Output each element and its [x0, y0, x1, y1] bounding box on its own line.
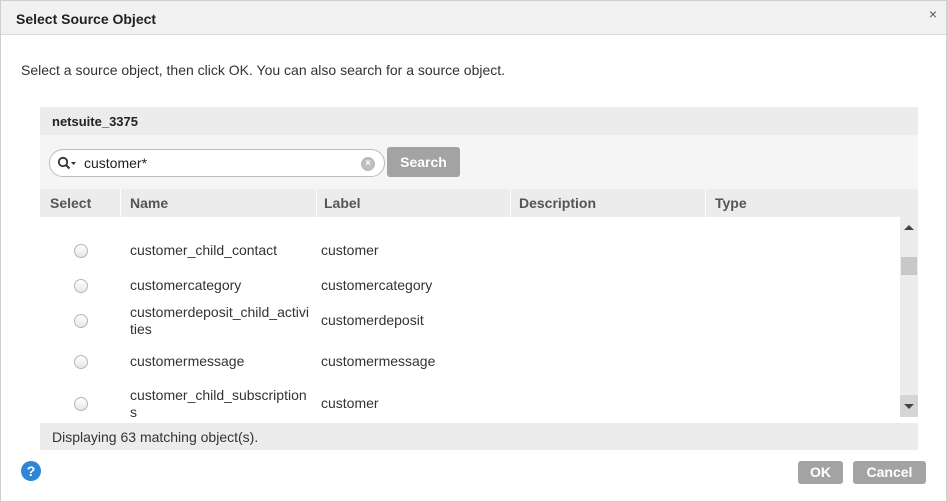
row-name: customerdeposit_child_activities [130, 304, 309, 337]
connection-name: netsuite_3375 [52, 114, 138, 129]
row-label: customercategory [321, 277, 433, 293]
row-name: customer_child_contact [130, 242, 278, 258]
select-radio[interactable] [74, 397, 88, 411]
dialog-titlebar: Select Source Object × [1, 1, 946, 35]
scroll-up-arrow-icon[interactable] [904, 225, 914, 230]
search-dropdown-icon[interactable] [57, 156, 77, 172]
scroll-down-arrow-icon[interactable] [904, 404, 914, 409]
row-label: customer [321, 395, 379, 411]
select-radio[interactable] [74, 244, 88, 258]
column-description[interactable]: Description [519, 189, 596, 217]
select-radio[interactable] [74, 314, 88, 328]
select-radio[interactable] [74, 355, 88, 369]
row-name: customercategory [130, 277, 242, 293]
vertical-scrollbar[interactable] [900, 217, 918, 417]
ok-button[interactable]: OK [798, 461, 843, 484]
column-divider[interactable] [316, 189, 317, 217]
column-divider[interactable] [120, 189, 121, 217]
column-type[interactable]: Type [715, 189, 747, 217]
results-table-body: customer_child_contact customer customer… [40, 217, 900, 423]
row-name: customer_child_subscriptions [130, 387, 307, 420]
clear-icon[interactable]: × [361, 157, 375, 171]
column-select: Select [50, 195, 92, 211]
close-icon[interactable]: × [929, 7, 937, 21]
search-input[interactable] [84, 153, 354, 173]
search-row: × Search [40, 135, 918, 193]
connection-header: netsuite_3375 [40, 107, 918, 135]
table-header: Select Name Label Description Type [40, 189, 918, 217]
dialog-title: Select Source Object [16, 11, 157, 27]
search-box[interactable]: × [49, 149, 385, 177]
select-radio[interactable] [74, 279, 88, 293]
dialog-instructions: Select a source object, then click OK. Y… [21, 62, 506, 78]
status-bar: Displaying 63 matching object(s). [40, 423, 918, 450]
column-label[interactable]: Label [324, 189, 361, 217]
column-name[interactable]: Name [130, 189, 168, 217]
column-divider[interactable] [705, 189, 706, 217]
row-label: customer [321, 242, 379, 258]
scroll-down-button[interactable] [900, 395, 918, 417]
help-icon[interactable]: ? [21, 461, 41, 481]
row-label: customerdeposit [321, 312, 424, 328]
scroll-thumb[interactable] [901, 257, 917, 275]
select-source-object-dialog: Select Source Object × Select a source o… [0, 0, 947, 502]
object-selection-panel: netsuite_3375 × Search Select Name Label… [40, 107, 918, 450]
row-name: customermessage [130, 353, 245, 369]
search-button[interactable]: Search [387, 147, 460, 177]
column-divider[interactable] [510, 189, 511, 217]
match-count-status: Displaying 63 matching object(s). [52, 429, 259, 445]
row-label: customermessage [321, 353, 436, 369]
cancel-button[interactable]: Cancel [853, 461, 926, 484]
